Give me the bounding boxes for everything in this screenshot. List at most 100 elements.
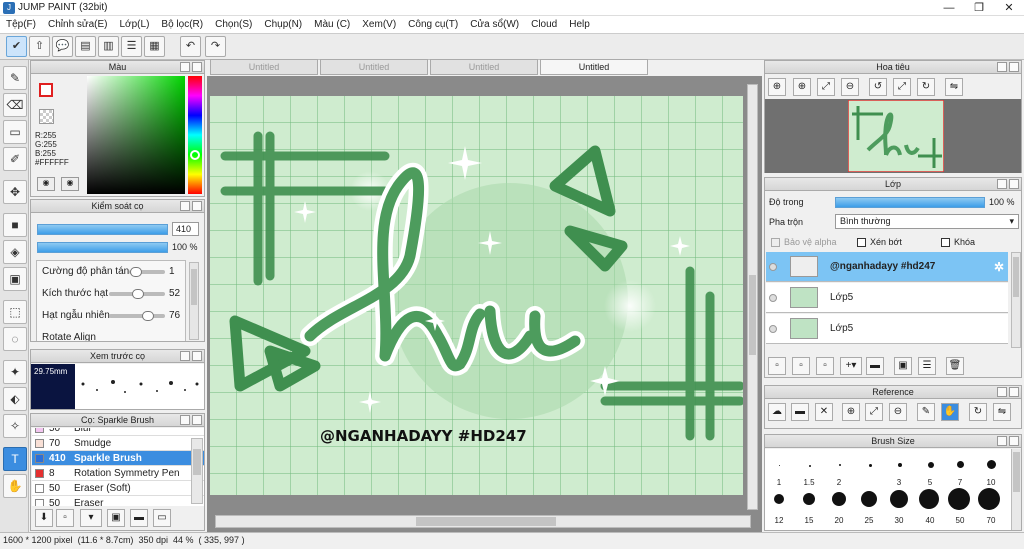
brush-copy-icon[interactable]: ▣: [107, 509, 125, 527]
menu-view[interactable]: Xem(V): [356, 16, 402, 34]
list-icon[interactable]: ☰: [121, 36, 142, 57]
tab-untitled-4[interactable]: Untitled: [540, 59, 648, 75]
menu-filter[interactable]: Bộ lọc(R): [155, 16, 209, 34]
open-folder-icon[interactable]: ▬: [791, 403, 809, 421]
share-icon[interactable]: ⇧: [29, 36, 50, 57]
menu-help[interactable]: Help: [563, 16, 596, 34]
close-icon[interactable]: [192, 351, 202, 361]
rectangle-tool-icon[interactable]: ▭: [3, 120, 27, 144]
fill-rect-tool-icon[interactable]: ■: [3, 213, 27, 237]
rotate-right-icon[interactable]: ↻: [917, 78, 935, 96]
grain-size-knob[interactable]: [131, 289, 144, 299]
undock-icon[interactable]: [180, 62, 190, 72]
brush-list-scrollbar[interactable]: [191, 438, 203, 504]
tab-untitled-3[interactable]: Untitled: [430, 59, 538, 75]
layer-list-scrollbar[interactable]: [1011, 252, 1021, 348]
scrollbar-thumb[interactable]: [191, 269, 197, 305]
close-icon[interactable]: [1009, 387, 1019, 397]
select-rect-tool-icon[interactable]: ⬚: [3, 300, 27, 324]
layer-visibility-icon[interactable]: [769, 294, 777, 302]
close-icon[interactable]: [1009, 62, 1019, 72]
brush-item-rotation-pen[interactable]: 8 Rotation Symmetry Pen: [32, 466, 204, 481]
brush-download-icon[interactable]: ⬇: [35, 509, 53, 527]
add-layer-menu-icon[interactable]: +▾: [840, 357, 862, 375]
merge-layer-icon[interactable]: ▣: [894, 357, 912, 375]
grain-random-knob[interactable]: [142, 311, 155, 321]
undock-icon[interactable]: [997, 387, 1007, 397]
move-tool-icon[interactable]: ✥: [3, 180, 27, 204]
page-icon[interactable]: ▥: [98, 36, 119, 57]
close-icon[interactable]: [192, 415, 202, 425]
close-icon[interactable]: [192, 62, 202, 72]
undock-icon[interactable]: [180, 415, 190, 425]
size-dot[interactable]: [948, 488, 970, 510]
brush-folder-icon[interactable]: ▬: [130, 509, 148, 527]
undock-icon[interactable]: [997, 62, 1007, 72]
layer-settings-icon[interactable]: ☰: [918, 357, 936, 375]
transparent-swatch[interactable]: [39, 109, 54, 124]
canvas-horizontal-scrollbar[interactable]: [215, 515, 751, 528]
flip-icon[interactable]: ⇋: [993, 403, 1011, 421]
menu-window[interactable]: Cửa sổ(W): [464, 16, 525, 34]
brush-size-value[interactable]: 410: [172, 222, 199, 236]
clipping-checkbox[interactable]: [857, 238, 866, 247]
eyedropper-icon[interactable]: ✎: [917, 403, 935, 421]
gear-icon[interactable]: ✲: [994, 260, 1004, 274]
hand-icon[interactable]: ✋: [941, 403, 959, 421]
new-brush-icon[interactable]: ▫: [56, 509, 74, 527]
lasso-tool-icon[interactable]: ◌: [3, 327, 27, 351]
scrollbar-thumb[interactable]: [749, 275, 756, 355]
size-dot[interactable]: [839, 464, 841, 466]
layer-opacity-slider[interactable]: [835, 197, 985, 208]
size-dot[interactable]: [803, 493, 815, 505]
brush-params-scrollbar[interactable]: [189, 262, 199, 340]
fit-icon[interactable]: ⤢: [865, 403, 883, 421]
bucket-tool-icon[interactable]: ◈: [3, 240, 27, 264]
size-dot[interactable]: [928, 462, 934, 468]
brush-item-sparkle[interactable]: 410Sparkle Brush✲: [32, 451, 204, 466]
drawing-canvas[interactable]: @NGANHADAYY #HD247: [210, 96, 743, 495]
new-raster-layer-icon[interactable]: ▫: [792, 357, 810, 375]
hue-slider-knob[interactable]: [190, 150, 200, 160]
layer-row-caption[interactable]: @nganhadayy #hd247 ✲: [766, 252, 1008, 282]
close-icon[interactable]: [192, 201, 202, 211]
brush-item-eraser[interactable]: 50 Eraser: [32, 496, 204, 506]
redo-icon[interactable]: ↷: [205, 36, 226, 57]
hue-slider[interactable]: [188, 76, 202, 194]
flip-icon[interactable]: ⇋: [945, 78, 963, 96]
menu-capture[interactable]: Chụp(N): [258, 16, 308, 34]
hand-tool-icon[interactable]: ✋: [3, 474, 27, 498]
protect-alpha-checkbox[interactable]: [771, 238, 780, 247]
brush-opacity-slider[interactable]: [37, 242, 168, 253]
menu-layer[interactable]: Lớp(L): [114, 16, 156, 34]
zoom-out-icon[interactable]: ⊖: [841, 78, 859, 96]
zoom-out-icon[interactable]: ⊖: [889, 403, 907, 421]
scatter-knob[interactable]: [130, 267, 143, 277]
brush-item-eraser-soft[interactable]: 50 Eraser (Soft): [32, 481, 204, 496]
magic-wand-tool-icon[interactable]: ✦: [3, 360, 27, 384]
delete-layer-icon[interactable]: 🗑: [946, 357, 964, 375]
size-dot[interactable]: [809, 465, 811, 467]
cloud-download-icon[interactable]: ☁: [768, 403, 786, 421]
close-reference-icon[interactable]: ✕: [815, 403, 833, 421]
size-dot[interactable]: [978, 488, 1000, 510]
layer-row-5b[interactable]: Lớp5: [766, 314, 1008, 344]
zoom-in-icon[interactable]: ⊕: [842, 403, 860, 421]
brush-item-blur[interactable]: 50 Blur: [32, 428, 204, 436]
check-icon[interactable]: ✔: [6, 36, 27, 57]
size-dot[interactable]: [869, 464, 872, 467]
palette-icon[interactable]: ◉: [37, 177, 55, 191]
layer-row-5a[interactable]: Lớp5: [766, 283, 1008, 313]
gradient-tool-icon[interactable]: ▣: [3, 267, 27, 291]
tab-untitled-2[interactable]: Untitled: [320, 59, 428, 75]
text-tool-icon[interactable]: T: [3, 447, 27, 471]
color-picker-icon[interactable]: ◉: [61, 177, 79, 191]
menu-color[interactable]: Màu (C): [308, 16, 356, 34]
select-eraser-tool-icon[interactable]: ✧: [3, 414, 27, 438]
brush-item-smudge[interactable]: 70 Smudge: [32, 436, 204, 451]
rotate-icon[interactable]: ↻: [969, 403, 987, 421]
size-dot[interactable]: [919, 489, 939, 509]
copy-layer-icon[interactable]: ▫: [816, 357, 834, 375]
size-dot[interactable]: [774, 494, 784, 504]
size-dot[interactable]: [987, 460, 996, 469]
